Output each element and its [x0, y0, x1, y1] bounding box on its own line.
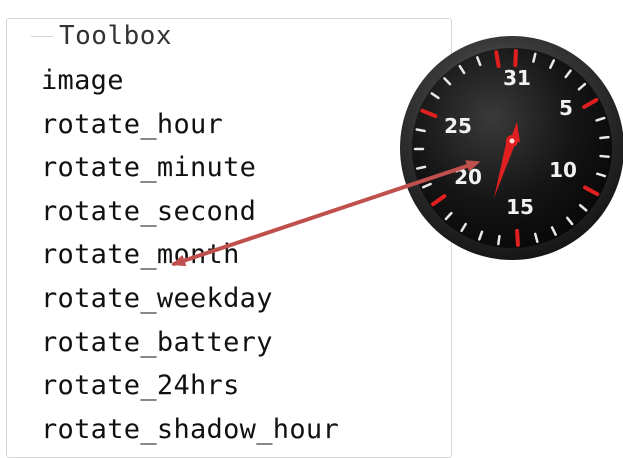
dial-number-31: 31 — [503, 66, 531, 90]
dial-tick — [597, 118, 605, 120]
toolbox-item-rotate-shadow-hour[interactable]: rotate_shadow_hour — [41, 408, 339, 452]
dial-hand-tail — [510, 122, 520, 142]
dial-hub — [506, 135, 518, 147]
dial-number-5: 5 — [559, 96, 573, 120]
toolbox-item-image[interactable]: image — [41, 59, 339, 103]
dial-tick — [597, 174, 605, 176]
dial-hand — [494, 139, 517, 198]
dial-number-20: 20 — [454, 165, 482, 189]
toolbox-item-rotate-weekday[interactable]: rotate_weekday — [41, 277, 339, 321]
dial-tick — [515, 51, 516, 65]
dial-number-15: 15 — [506, 195, 534, 219]
toolbox-panel: Toolbox image rotate_hour rotate_minute … — [6, 18, 452, 458]
toolbox-item-rotate-battery[interactable]: rotate_battery — [41, 321, 339, 365]
dial-hub-center — [510, 139, 515, 144]
dial-tick — [460, 66, 464, 73]
dial-tick — [498, 236, 499, 244]
dial-tick — [517, 231, 518, 245]
dial-tick — [533, 54, 535, 62]
dial-tick — [580, 205, 586, 210]
dial-tick — [477, 57, 480, 64]
dial-tick — [496, 52, 498, 66]
toolbox-item-rotate-24hrs[interactable]: rotate_24hrs — [41, 364, 339, 408]
dial-tick — [550, 60, 553, 67]
dial-tick — [585, 188, 597, 195]
dial-number-10: 10 — [549, 158, 577, 182]
toolbox-item-rotate-hour[interactable]: rotate_hour — [41, 103, 339, 147]
dial-tick — [552, 227, 556, 234]
toolbox-list: image rotate_hour rotate_minute rotate_s… — [41, 59, 339, 451]
toolbox-item-rotate-second[interactable]: rotate_second — [41, 190, 339, 234]
dial-tick — [601, 156, 609, 157]
dial-tick — [600, 137, 608, 138]
dial-tick — [535, 234, 537, 242]
dial-tick — [584, 100, 596, 107]
dial-tick — [567, 218, 572, 224]
toolbox-item-rotate-minute[interactable]: rotate_minute — [41, 146, 339, 190]
toolbox-title: Toolbox — [55, 19, 178, 53]
toolbox-item-rotate-month[interactable]: rotate_month — [41, 233, 339, 277]
dial-tick — [462, 224, 466, 231]
dial-tick — [479, 232, 482, 240]
dial-tick — [566, 71, 571, 77]
dial-tick — [579, 84, 585, 89]
